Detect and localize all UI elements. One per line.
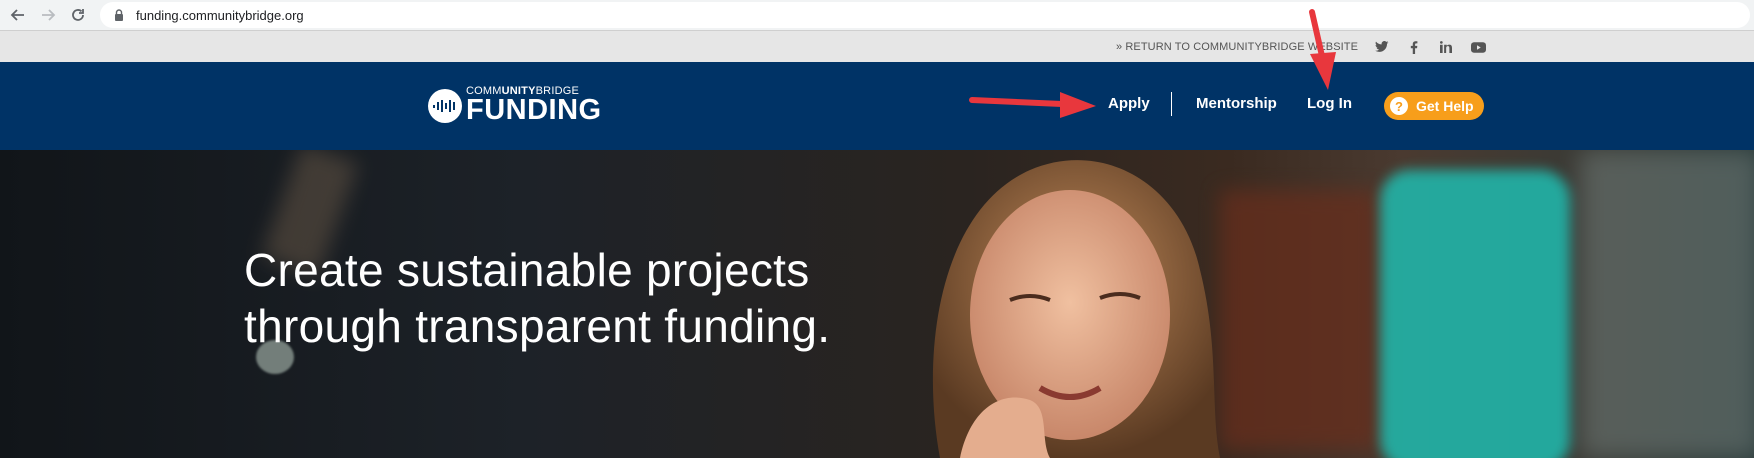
lock-icon [112, 8, 126, 22]
back-icon[interactable] [6, 3, 30, 27]
hero-headline: Create sustainable projects through tran… [244, 244, 831, 352]
reload-icon[interactable] [66, 3, 90, 27]
nav-divider [1171, 92, 1172, 116]
hero-banner: Create sustainable projects through tran… [0, 150, 1754, 458]
utility-bar: » RETURN TO COMMUNITYBRIDGE WEBSITE [0, 30, 1754, 62]
browser-toolbar: funding.communitybridge.org [0, 0, 1754, 30]
communitybridge-funding-logo[interactable]: COMMUNITYBRIDGE FUNDING [428, 86, 602, 125]
twitter-icon[interactable] [1374, 39, 1390, 55]
return-to-website-link[interactable]: » RETURN TO COMMUNITYBRIDGE WEBSITE [1116, 41, 1358, 53]
nav-login[interactable]: Log In [1307, 95, 1352, 112]
nav-apply[interactable]: Apply [1108, 95, 1150, 112]
linkedin-icon[interactable] [1438, 39, 1454, 55]
facebook-icon[interactable] [1406, 39, 1422, 55]
logo-big-text: FUNDING [466, 94, 602, 126]
site-header: COMMUNITYBRIDGE FUNDING Apply Mentorship… [0, 62, 1754, 150]
get-help-label: Get Help [1416, 98, 1474, 114]
url-text: funding.communitybridge.org [136, 7, 304, 23]
logo-mark-icon [428, 88, 462, 123]
help-question-icon: ? [1390, 97, 1408, 115]
address-bar[interactable]: funding.communitybridge.org [100, 2, 1750, 28]
forward-icon[interactable] [36, 3, 60, 27]
get-help-button[interactable]: ? Get Help [1384, 92, 1484, 120]
hero-person-image [932, 160, 1220, 458]
youtube-icon[interactable] [1470, 39, 1486, 55]
nav-mentorship[interactable]: Mentorship [1196, 95, 1277, 112]
